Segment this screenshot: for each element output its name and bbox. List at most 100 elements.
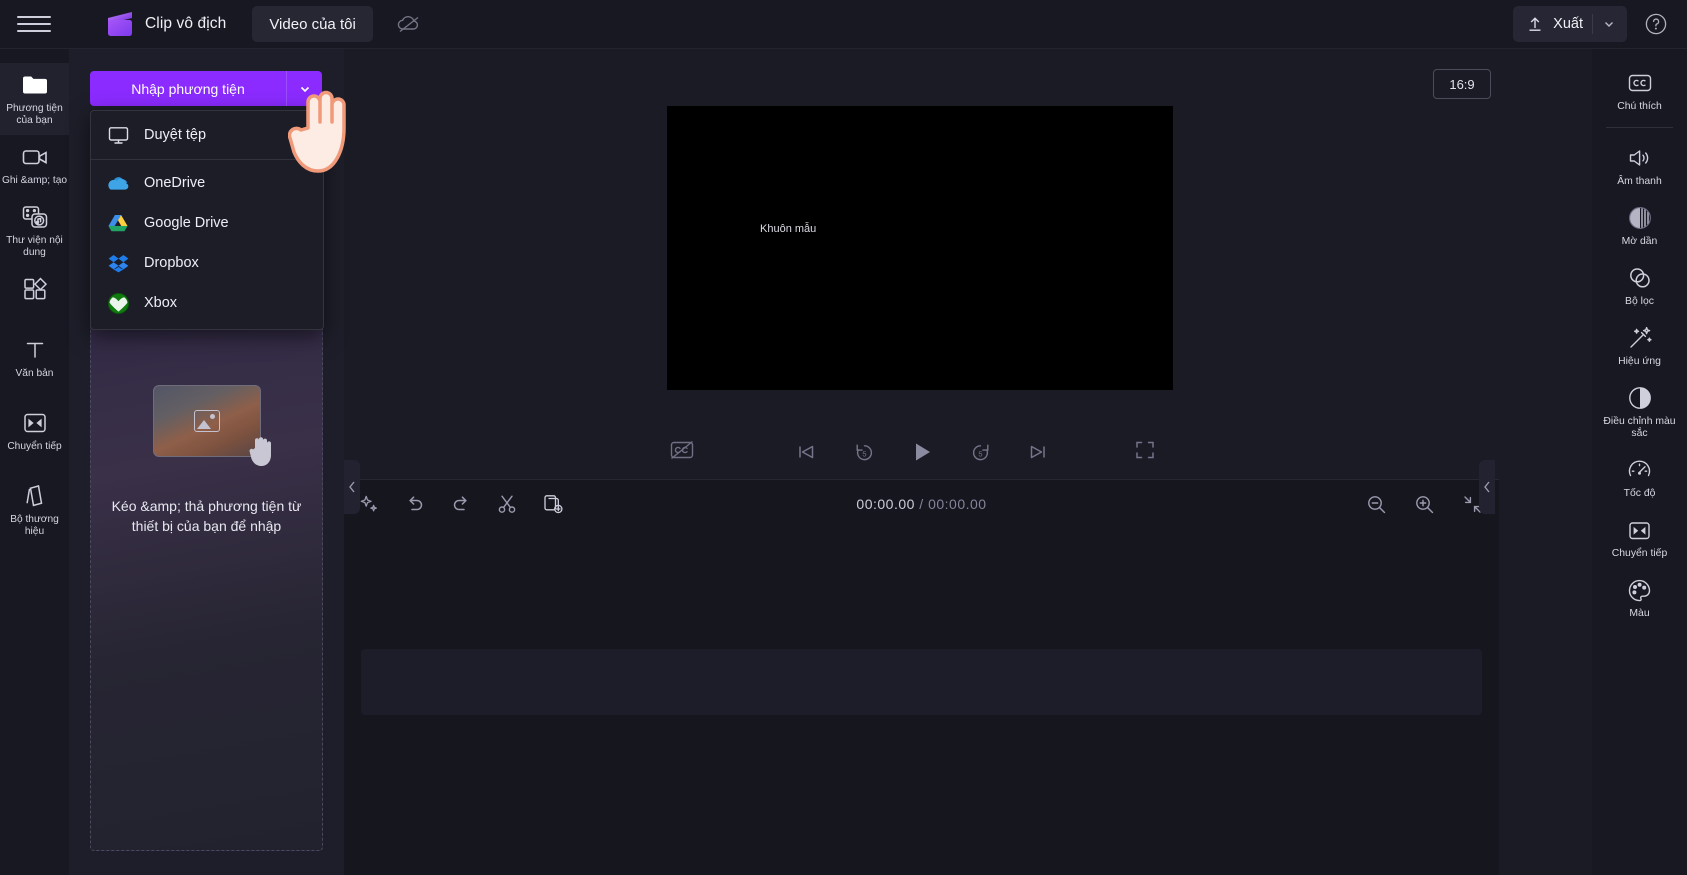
right-item-filters-label: Bộ lọc (1625, 296, 1654, 307)
menu-item-google-drive[interactable]: Google Drive (91, 203, 323, 243)
clipchamp-logo-icon (105, 11, 135, 37)
right-item-filters[interactable]: Bộ lọc (1592, 256, 1687, 316)
collapse-right-panel-button[interactable] (1479, 460, 1495, 514)
video-camera-icon (21, 144, 49, 170)
right-rail: Chú thích Âm thanh Mờ dần Bộ lọc Hiệu ứn… (1499, 49, 1687, 875)
dropzone-thumbnail (152, 385, 271, 466)
google-drive-icon (107, 212, 129, 234)
upload-icon (1526, 15, 1544, 33)
split-button[interactable] (494, 491, 520, 517)
forward-5-button[interactable]: 5 (966, 438, 994, 466)
zoom-in-button[interactable] (1411, 491, 1437, 517)
sidebar-item-your-media-label: Phương tiện của bạn (6, 103, 63, 126)
duplicate-button[interactable] (540, 491, 566, 517)
right-item-captions[interactable]: Chú thích (1592, 61, 1687, 121)
brand[interactable]: Clip vô địch (105, 11, 226, 37)
sidebar-item-content-library[interactable]: Thư viện nội dung (0, 195, 69, 267)
sidebar-item-transitions[interactable]: Chuyển tiếp (0, 388, 69, 461)
dropbox-icon (107, 252, 129, 274)
svg-text:5: 5 (862, 449, 866, 458)
right-item-audio-label: Âm thanh (1617, 176, 1662, 187)
skip-to-start-button[interactable] (792, 438, 820, 466)
menu-item-xbox[interactable]: Xbox (91, 283, 323, 323)
onedrive-icon (107, 172, 129, 194)
templates-grid-icon (21, 276, 49, 302)
export-button[interactable]: Xuất (1513, 6, 1627, 42)
aspect-ratio-label: 16:9 (1449, 76, 1475, 92)
cloud-off-icon[interactable] (395, 10, 423, 38)
player-controls: 5 5 (344, 427, 1499, 477)
cc-icon (1626, 70, 1654, 96)
import-media-button-label: Nhập phương tiện (131, 80, 245, 97)
fullscreen-button[interactable] (1134, 439, 1160, 465)
timeline: 00:00.00 / 00:00.00 (344, 479, 1499, 875)
right-item-effects[interactable]: Hiệu ứng (1592, 316, 1687, 376)
right-item-color-adjust[interactable]: Điều chỉnh màu sắc (1592, 376, 1687, 448)
export-button-label: Xuất (1553, 16, 1583, 32)
transition-icon (21, 410, 49, 436)
right-item-color-label: Màu (1629, 608, 1650, 619)
dropzone-label: Kéo &amp; thả phương tiện từ thiết bị củ… (111, 498, 302, 534)
right-item-fade[interactable]: Mờ dần (1592, 196, 1687, 256)
menu-item-xbox-label: Xbox (144, 295, 178, 311)
image-placeholder-icon (193, 410, 220, 432)
xbox-icon (107, 292, 129, 314)
export-divider (1592, 14, 1593, 34)
right-item-effects-label: Hiệu ứng (1618, 356, 1661, 367)
captions-off-button[interactable] (669, 439, 695, 465)
menu-item-google-drive-label: Google Drive (144, 215, 229, 231)
redo-button[interactable] (448, 491, 474, 517)
timecode-separator: / (914, 496, 929, 512)
brand-kit-icon (21, 483, 49, 509)
help-circle-icon[interactable] (1643, 11, 1669, 37)
undo-button[interactable] (402, 491, 428, 517)
filters-icon (1626, 265, 1654, 291)
collapse-left-panel-button[interactable] (344, 460, 360, 514)
top-bar: Clip vô địch Video của tôi Xuất (0, 0, 1687, 49)
speaker-icon (1626, 145, 1654, 171)
speedometer-icon (1626, 457, 1654, 483)
cursor-pointer-hand-icon (288, 90, 346, 173)
tab-my-video-label: Video của tôi (269, 15, 356, 33)
sidebar-item-brand-kit-label: Bộ thương hiệu (10, 514, 59, 537)
menu-item-dropbox-label: Dropbox (144, 255, 199, 271)
contrast-icon (1626, 385, 1654, 411)
chevron-down-icon[interactable] (1602, 17, 1616, 31)
folder-icon (21, 72, 49, 98)
right-item-captions-label: Chú thích (1617, 101, 1662, 112)
timeline-tools (356, 491, 566, 517)
sidebar-item-text[interactable]: Văn bản (0, 315, 69, 388)
rewind-5-button[interactable]: 5 (850, 438, 878, 466)
aspect-ratio-button[interactable]: 16:9 (1433, 69, 1491, 99)
right-item-color-adjust-label: Điều chỉnh màu sắc (1603, 416, 1676, 439)
right-item-speed-label: Tốc độ (1623, 488, 1656, 499)
skip-to-end-button[interactable] (1024, 438, 1052, 466)
top-bar-right: Xuất (1513, 6, 1687, 42)
menu-item-browse-files-label: Duyệt tệp (144, 127, 207, 143)
clipchamp-editor: Clip vô địch Video của tôi Xuất Phương t… (0, 0, 1687, 875)
playback-buttons: 5 5 (792, 438, 1052, 466)
import-media-button[interactable]: Nhập phương tiện (90, 71, 286, 106)
sidebar-item-templates[interactable] (0, 267, 69, 315)
timeline-track[interactable] (361, 649, 1482, 715)
sidebar-item-brand-kit[interactable]: Bộ thương hiệu (0, 461, 69, 546)
sidebar-item-transitions-label: Chuyển tiếp (7, 441, 62, 452)
sidebar-item-your-media[interactable]: Phương tiện của bạn (0, 63, 69, 135)
video-canvas[interactable]: Khuôn mẫu (667, 106, 1173, 390)
right-item-color[interactable]: Màu (1592, 568, 1687, 628)
timecode-current: 00:00.00 (856, 496, 915, 512)
sidebar-item-record-create[interactable]: Ghi &amp; tạo (0, 135, 69, 195)
tab-my-video[interactable]: Video của tôi (252, 6, 373, 42)
hamburger-icon[interactable] (17, 11, 51, 37)
palette-icon (1626, 577, 1654, 603)
right-rail-inner: Chú thích Âm thanh Mờ dần Bộ lọc Hiệu ứn… (1592, 49, 1687, 875)
zoom-out-button[interactable] (1363, 491, 1389, 517)
right-item-speed[interactable]: Tốc độ (1592, 448, 1687, 508)
play-button[interactable] (908, 438, 936, 466)
menu-item-dropbox[interactable]: Dropbox (91, 243, 323, 283)
fade-icon (1626, 205, 1654, 231)
sidebar-item-text-label: Văn bản (15, 368, 54, 379)
right-item-audio[interactable]: Âm thanh (1592, 136, 1687, 196)
right-item-transitions[interactable]: Chuyển tiếp (1592, 508, 1687, 568)
content-library-icon (21, 204, 49, 230)
